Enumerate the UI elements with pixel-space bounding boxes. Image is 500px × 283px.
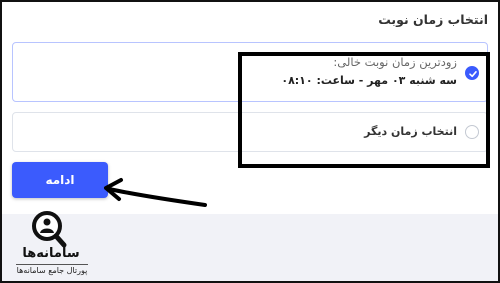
option-earliest-time[interactable]: زودترین زمان نوبت خالی: سه شنبه ۰۳ مهر -… [12, 42, 488, 102]
earliest-time-value: سه شنبه ۰۳ مهر - ساعت: ۰۸:۱۰ [281, 74, 457, 87]
magnifier-person-icon [32, 211, 67, 248]
radio-selected[interactable] [465, 66, 479, 80]
logo-divider [16, 264, 88, 265]
screenshot-frame: انتخاب زمان نوبت زودترین زمان نوبت خالی:… [0, 0, 500, 283]
check-icon [469, 71, 477, 78]
earliest-time-label: زودترین زمان نوبت خالی: [333, 55, 457, 69]
radio-unselected[interactable] [465, 125, 479, 139]
continue-button[interactable]: ادامه [12, 162, 108, 198]
arrow-left-icon [104, 178, 207, 207]
other-time-label: انتخاب زمان دیگر [364, 125, 457, 138]
page-title: انتخاب زمان نوبت [378, 12, 488, 27]
logo-brand-text: سامانه‌ها [22, 246, 80, 261]
option-other-time[interactable]: انتخاب زمان دیگر [12, 112, 488, 152]
logo-tagline: پورتال جامع سامانه‌ها [16, 266, 88, 275]
